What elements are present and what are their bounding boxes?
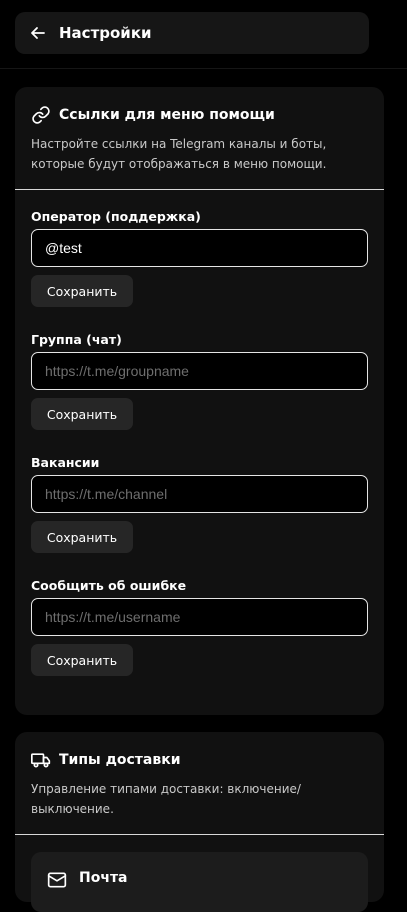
delivery-item-label: Почта — [79, 870, 128, 886]
delivery-types-title: Типы доставки — [31, 750, 368, 770]
group-input[interactable]: https://t.me/groupname — [31, 352, 368, 390]
report-bug-label: Сообщить об ошибке — [31, 578, 187, 593]
operator-label: Оператор (поддержка) — [31, 209, 201, 224]
header-divider — [0, 68, 407, 69]
delivery-types-card: Типы доставки Управление типами доставки… — [15, 732, 384, 912]
help-links-description: Настройте ссылки на Telegram каналы и бо… — [31, 137, 327, 171]
group-save-button[interactable]: Сохранить — [31, 398, 133, 430]
link-icon — [31, 105, 51, 125]
report-bug-field: Сообщить об ошибке https://t.me/username… — [31, 578, 368, 676]
delivery-item-mail[interactable]: Почта — [31, 852, 368, 912]
operator-input[interactable]: @test — [31, 229, 368, 267]
arrow-left-icon[interactable] — [29, 24, 47, 42]
vacancies-input[interactable]: https://t.me/channel — [31, 475, 368, 513]
group-field: Группа (чат) https://t.me/groupname Сохр… — [31, 332, 368, 430]
vacancies-label: Вакансии — [31, 455, 100, 470]
truck-icon — [31, 750, 51, 770]
page-title: Настройки — [59, 24, 152, 42]
vacancies-save-button[interactable]: Сохранить — [31, 521, 133, 553]
report-bug-input[interactable]: https://t.me/username — [31, 598, 368, 636]
vacancies-field: Вакансии https://t.me/channel Сохранить — [31, 455, 368, 553]
help-links-title: Ссылки для меню помощи — [31, 105, 368, 125]
help-links-divider — [15, 189, 384, 190]
delivery-types-description: Управление типами доставки: включение/вы… — [31, 782, 301, 816]
delivery-types-title-text: Типы доставки — [59, 752, 181, 768]
operator-field: Оператор (поддержка) @test Сохранить — [31, 209, 368, 307]
delivery-types-divider — [15, 834, 384, 835]
mail-icon — [47, 870, 67, 890]
report-bug-save-button[interactable]: Сохранить — [31, 644, 133, 676]
help-links-card: Ссылки для меню помощи Настройте ссылки … — [15, 87, 384, 715]
operator-save-button[interactable]: Сохранить — [31, 275, 133, 307]
help-links-title-text: Ссылки для меню помощи — [59, 107, 275, 123]
group-label: Группа (чат) — [31, 332, 122, 347]
header-bar: Настройки — [15, 12, 369, 54]
